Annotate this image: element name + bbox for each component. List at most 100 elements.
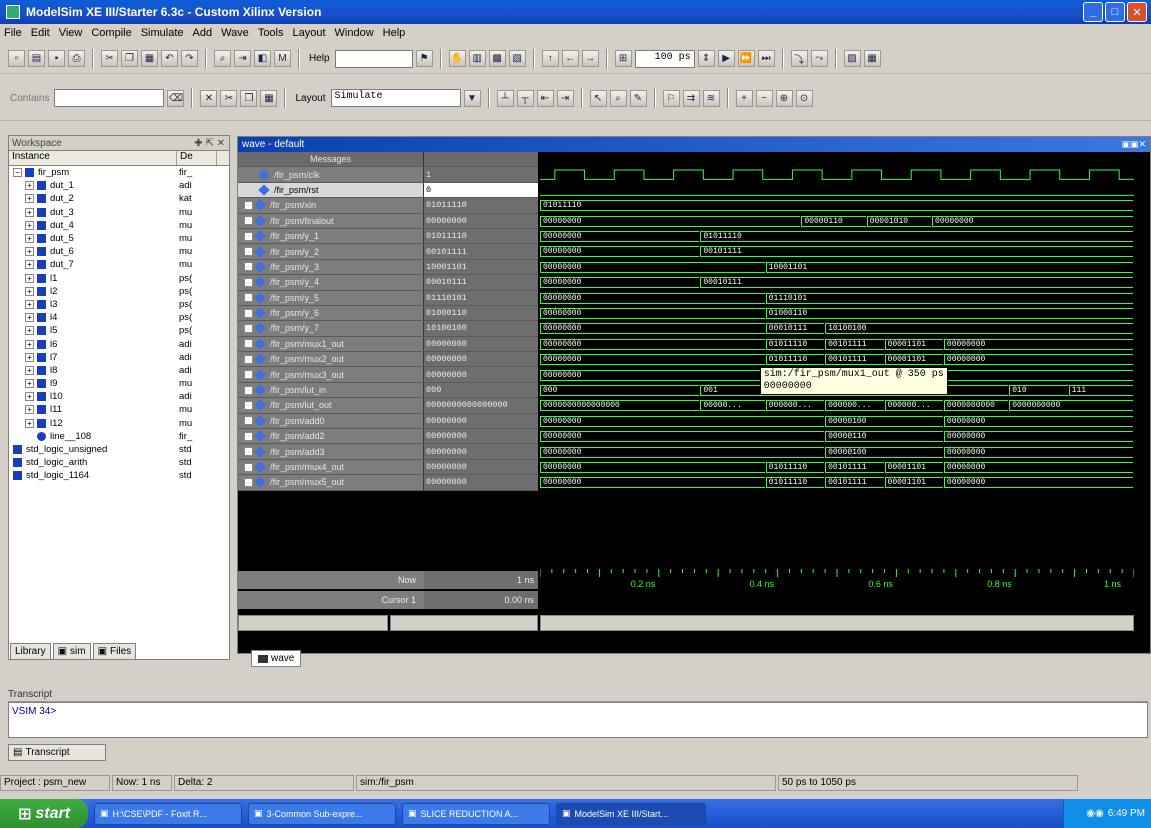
instance-row[interactable]: + l10 adi <box>9 390 229 403</box>
instance-row[interactable]: + l6 adi <box>9 337 229 350</box>
instance-row[interactable]: + l4 ps( <box>9 311 229 324</box>
wave-scrollbar[interactable] <box>540 615 1134 631</box>
insert-cursor-icon[interactable]: ┴ <box>496 89 514 107</box>
instance-row[interactable]: + dut_5 mu <box>9 232 229 245</box>
menu-compile[interactable]: Compile <box>91 27 131 39</box>
instance-row[interactable]: + l1 ps( <box>9 272 229 285</box>
cut-wave-icon[interactable]: ✂ <box>220 89 238 107</box>
copy-wave-icon[interactable]: ❐ <box>240 89 258 107</box>
run-length-input[interactable]: 100 ps <box>634 49 695 68</box>
taskbar-item[interactable]: ▣ 3-Common Sub-expre... <box>248 802 396 825</box>
find-icon[interactable]: ⌕ <box>214 50 231 67</box>
select-mode-icon[interactable]: ↖ <box>589 89 607 107</box>
zoom-out-icon[interactable]: − <box>755 89 773 107</box>
instance-row[interactable]: + dut_7 mu <box>9 258 229 271</box>
tab-files[interactable]: ▣ Files <box>92 642 137 660</box>
delete-cursor-icon[interactable]: ┬ <box>516 89 534 107</box>
signal-row[interactable]: + /fir_psm/y_1 01011110 <box>238 228 538 245</box>
expand-icon[interactable]: + <box>25 313 34 323</box>
expand-icon[interactable]: + <box>244 354 253 364</box>
signal-row[interactable]: + /fir_psm/add3 00000000 <box>238 444 538 460</box>
step-over-icon[interactable]: ⤳ <box>810 50 828 67</box>
signal-row[interactable]: + /fir_psm/y_4 00010111 <box>238 275 538 291</box>
instance-row[interactable]: + l11 mu <box>9 403 229 416</box>
expand-icon[interactable]: + <box>25 234 34 244</box>
wave-style-icon[interactable]: ≋ <box>702 89 720 107</box>
signal-row[interactable]: + /fir_psm/mux2_out 00000000 <box>238 352 538 368</box>
instance-row[interactable]: std_logic_arith std <box>9 456 229 469</box>
paste-icon[interactable]: ▦ <box>141 50 158 67</box>
workspace-pin-icon[interactable]: ✚ ⇱ ✕ <box>194 138 225 149</box>
instance-row[interactable]: + l2 ps( <box>9 285 229 298</box>
value-scrollbar[interactable] <box>390 615 538 631</box>
open-icon[interactable]: ▤ <box>28 50 45 67</box>
transcript-console[interactable]: VSIM 34> <box>8 702 1148 738</box>
coverage-icon[interactable]: ▦ <box>863 50 881 67</box>
redo-icon[interactable]: ↷ <box>181 50 198 67</box>
signal-row[interactable]: + /fir_psm/lut_in 000 <box>238 382 538 399</box>
expand-icon[interactable]: + <box>244 200 253 210</box>
signal-row[interactable]: + /fir_psm/y_7 10100100 <box>238 321 538 337</box>
taskbar-item[interactable]: ▣ H:\CSE\PDF - Foxit R... <box>94 802 242 825</box>
expand-icon[interactable]: + <box>25 392 34 402</box>
instance-row[interactable]: − fir_psm fir_ <box>9 166 229 179</box>
run-all-icon[interactable]: ⏭ <box>757 50 775 67</box>
cursor-row[interactable]: Cursor 1 0.00 ns <box>238 591 538 609</box>
expand-icon[interactable]: + <box>25 326 34 336</box>
expand-icon[interactable]: + <box>244 400 253 410</box>
help-search-input[interactable] <box>334 49 413 68</box>
expand-icon[interactable]: + <box>244 447 253 457</box>
expand-icon[interactable]: + <box>244 462 253 472</box>
signal-row[interactable]: + /fir_psm/xin 01011110 <box>238 198 538 214</box>
bookmark-icon[interactable]: ⚐ <box>662 89 680 107</box>
instance-row[interactable]: +line__108fir_ <box>9 430 229 443</box>
instance-row[interactable]: + l12 mu <box>9 417 229 430</box>
delete-icon[interactable]: ✕ <box>200 89 218 107</box>
menu-wave[interactable]: Wave <box>221 27 249 39</box>
instance-row[interactable]: + l5 ps( <box>9 324 229 337</box>
expand-icon[interactable]: + <box>244 339 253 349</box>
signal-row[interactable]: + /fir_psm/y_6 01000110 <box>238 305 538 322</box>
column-instance[interactable]: Instance <box>9 151 177 165</box>
contains-filter-input[interactable] <box>54 89 165 107</box>
menu-tools[interactable]: Tools <box>258 27 284 39</box>
step-icon[interactable]: ⤵ <box>790 50 808 67</box>
paste-wave-icon[interactable]: ▦ <box>260 89 278 107</box>
wave-tab[interactable]: wave <box>251 650 302 667</box>
signal-row[interactable]: + /fir_psm/y_2 00101111 <box>238 244 538 260</box>
expand-icon[interactable]: + <box>244 477 253 487</box>
zoom-cursor-icon[interactable]: ⊙ <box>795 89 813 107</box>
signal-scrollbar[interactable] <box>238 615 388 631</box>
menu-layout[interactable]: Layout <box>293 27 326 39</box>
undo-icon[interactable]: ↶ <box>161 50 178 67</box>
transcript-tab[interactable]: ▤ Transcript <box>8 744 106 761</box>
step-forward-icon[interactable]: → <box>581 50 599 67</box>
taskbar-item[interactable]: ▣ ModelSim XE III/Start... <box>556 802 706 825</box>
instance-row[interactable]: + l9 mu <box>9 377 229 390</box>
column-design-unit[interactable]: De <box>177 151 217 165</box>
dataflow-icon[interactable]: ▧ <box>508 50 526 67</box>
instance-row[interactable]: + dut_3 mu <box>9 206 229 219</box>
run-icon[interactable]: ▶ <box>717 50 735 67</box>
memory-icon[interactable]: ▩ <box>488 50 506 67</box>
tab-sim[interactable]: ▣ sim <box>52 642 91 660</box>
expand-icon[interactable]: + <box>244 216 253 226</box>
signal-row[interactable]: + /fir_psm/mux1_out 00000000 <box>238 336 538 353</box>
expand-icon[interactable]: + <box>25 405 34 415</box>
find-next-icon[interactable]: ⇥ <box>234 50 251 67</box>
expand-icon[interactable]: + <box>244 262 253 272</box>
menu-simulate[interactable]: Simulate <box>141 27 184 39</box>
zoom-mode-icon[interactable]: ⌕ <box>609 89 627 107</box>
menu-add[interactable]: Add <box>193 27 213 39</box>
layout-select[interactable]: Simulate <box>330 89 461 107</box>
prev-edge-icon[interactable]: ⇤ <box>536 89 554 107</box>
step-back-icon[interactable]: ← <box>561 50 579 67</box>
profile-icon[interactable]: ▨ <box>843 50 861 67</box>
tray-icons[interactable]: ◉◉ <box>1086 808 1103 819</box>
run-length-spinner[interactable]: ⇕ <box>697 50 715 67</box>
tab-library[interactable]: Library <box>10 642 51 660</box>
expand-icon[interactable]: + <box>25 286 34 296</box>
instance-row[interactable]: std_logic_unsigned std <box>9 443 229 456</box>
expand-icon[interactable]: + <box>244 293 253 303</box>
collapse-icon[interactable]: − <box>13 168 22 178</box>
